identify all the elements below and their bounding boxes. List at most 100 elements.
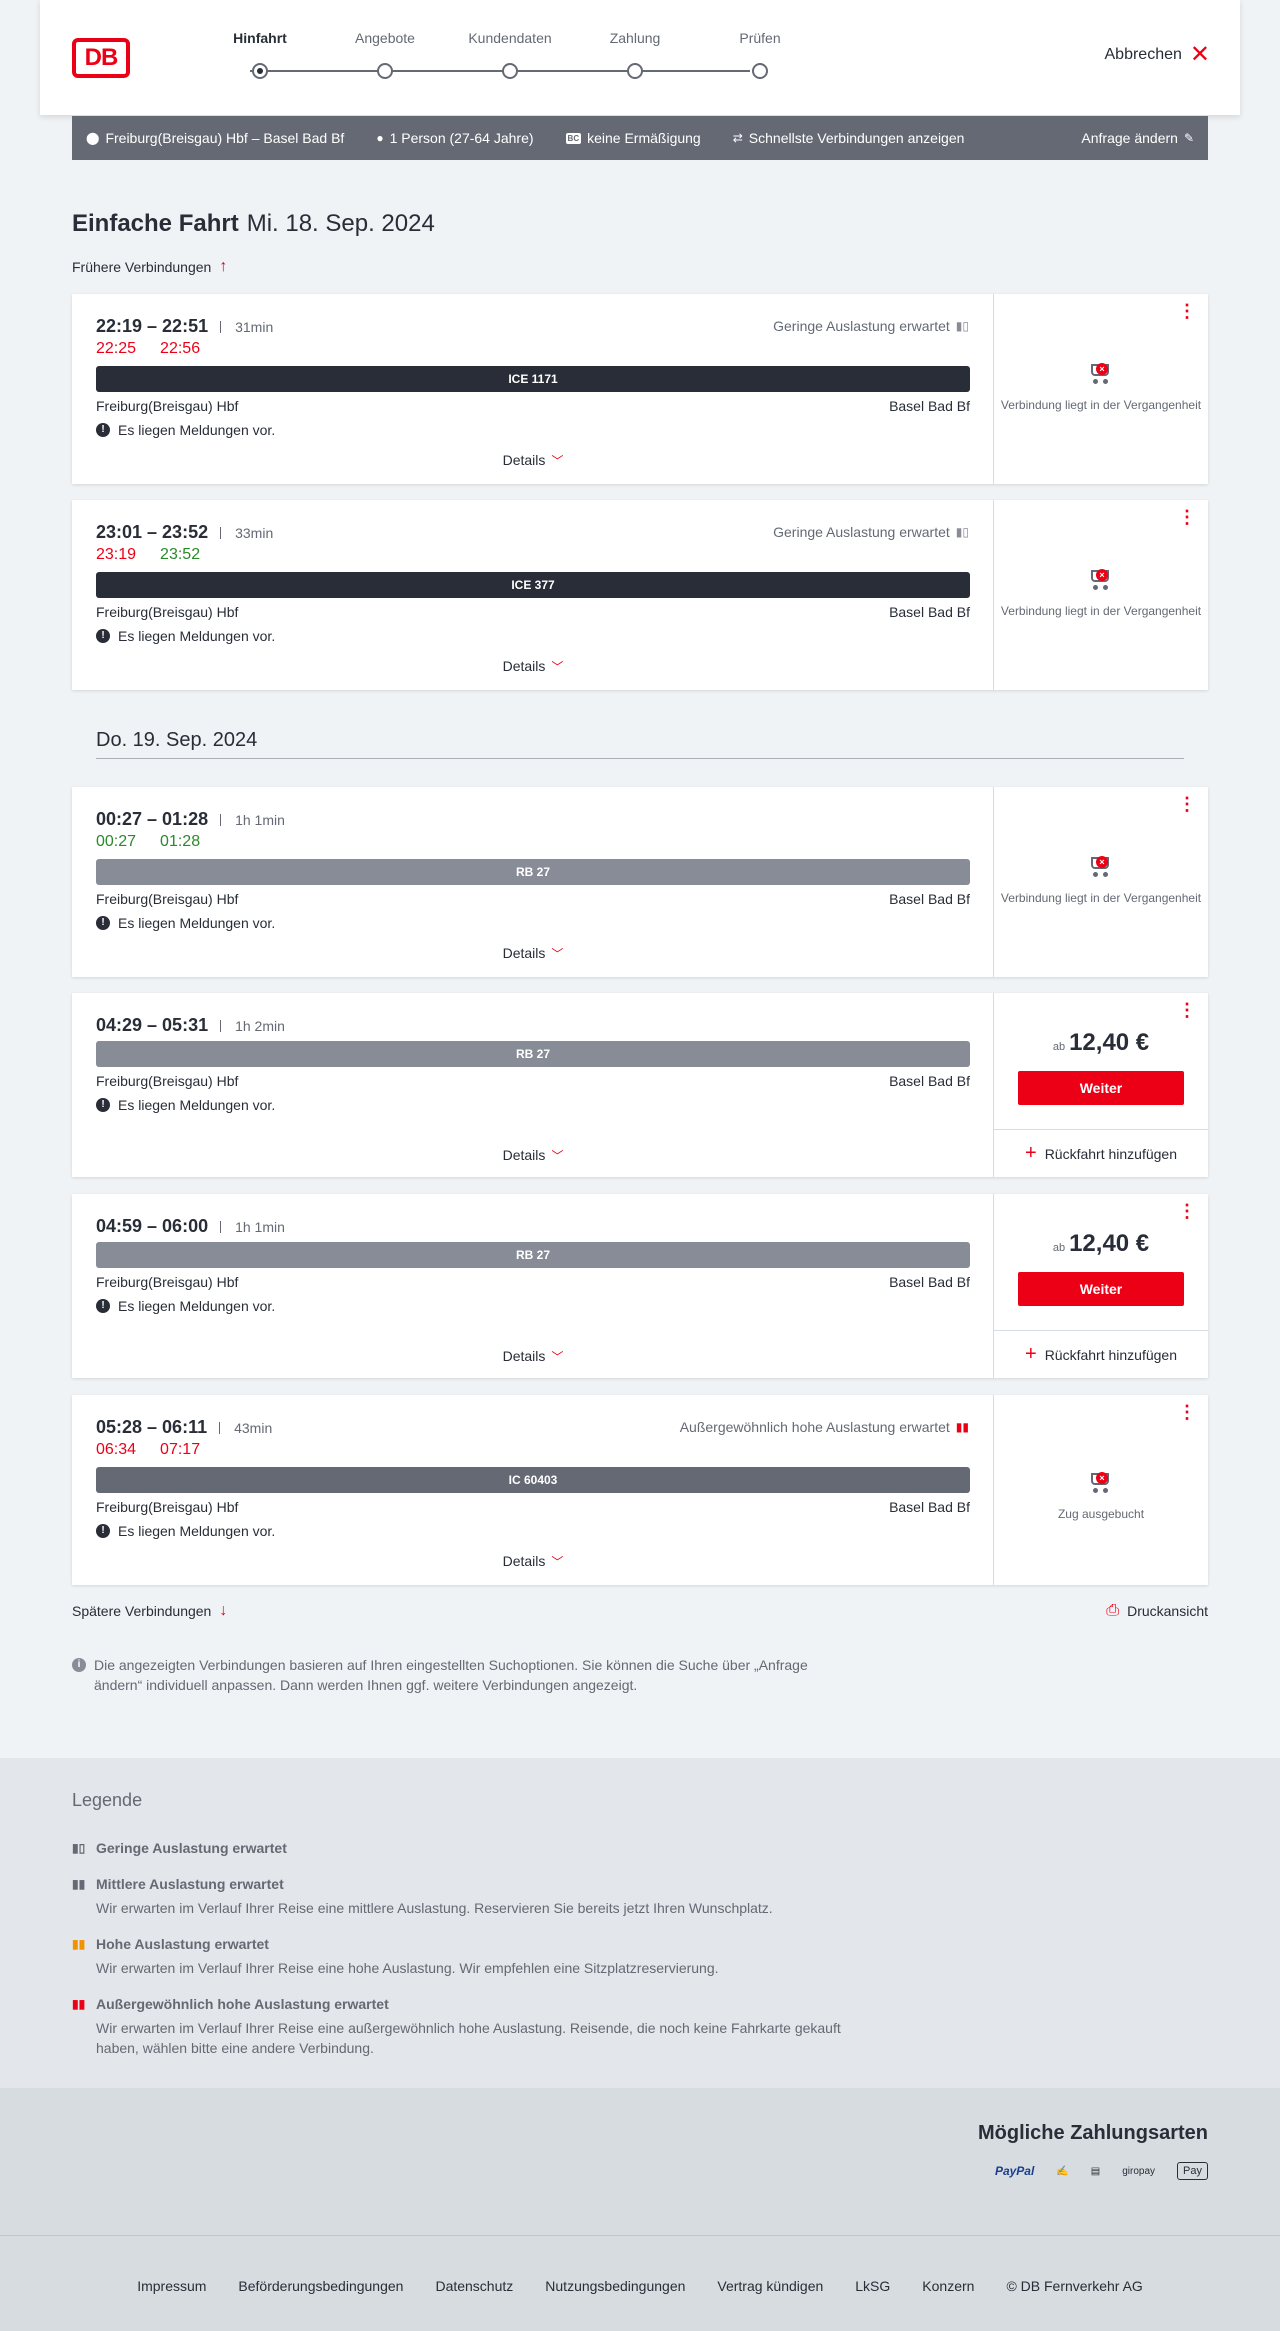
sold-out-status: × Zug ausgebucht <box>994 1467 1208 1522</box>
footer-link-nutzung[interactable]: Nutzungsbedingungen <box>545 2278 685 2294</box>
print-view-link[interactable]: ⎙ Druckansicht <box>1106 1602 1208 1620</box>
connection-card: 23:01 – 23:52 33min 23:19 23:52 Geringe Au… <box>72 500 1208 690</box>
details-toggle[interactable]: Details ﹀ <box>72 945 994 962</box>
train-bar[interactable]: ICE 1171 <box>96 366 970 392</box>
connection-card: 00:27 – 01:28 1h 1min 00:27 01:28 RB 27 Fr… <box>72 787 1208 977</box>
connection-times: 22:19 – 22:51 31min <box>96 316 274 336</box>
stations: Freiburg(Breisgau) Hbf Basel Bad Bf <box>96 398 970 414</box>
footer-link-kuendigen[interactable]: Vertrag kündigen <box>717 2278 823 2294</box>
stepper-line <box>250 70 750 72</box>
connection-times: 04:29 – 05:31 1h 2min <box>96 1015 285 1035</box>
plus-icon: + <box>1025 1142 1037 1164</box>
connection-card: 04:59 – 06:00 1h 1min RB 27 Freiburg(Brei… <box>72 1194 1208 1378</box>
notice: ! Es liegen Meldungen vor. <box>96 1523 275 1539</box>
db-logo[interactable]: DB <box>72 38 130 78</box>
connection-card: 04:29 – 05:31 1h 2min RB 27 Freiburg(Brei… <box>72 993 1208 1177</box>
fastest-summary: ⇄ Schnellste Verbindungen anzeigen <box>732 130 965 146</box>
duration: 31min <box>220 320 273 334</box>
offer-panel: ⋮ × Verbindung liegt in der Vergangenhei… <box>994 294 1208 484</box>
header: DB Hinfahrt Angebote Kundendaten Zahlung… <box>40 0 1240 115</box>
alert-icon: ! <box>96 629 110 643</box>
step-zahlung: Zahlung <box>585 30 685 79</box>
occupancy-exceptional-icon: ▮▮ <box>72 1997 86 2011</box>
legend-section: Legende ▮▯ Geringe Auslastung erwartet ▮▮… <box>0 1758 1280 2088</box>
occupancy-info: Außergewöhnlich hohe Auslastung erwartet… <box>679 1419 969 1435</box>
occupancy-info: Geringe Auslastung erwartet ▮▯ <box>773 318 969 334</box>
alert-icon: ! <box>96 1299 110 1313</box>
step-hinfahrt[interactable]: Hinfahrt <box>210 30 310 79</box>
train-bar[interactable]: IC 60403 <box>96 1467 970 1493</box>
more-options-icon[interactable]: ⋮ <box>1178 1202 1196 1220</box>
alert-icon: ! <box>96 1524 110 1538</box>
chevron-down-icon: ﹀ <box>551 947 564 961</box>
details-toggle[interactable]: Details ﹀ <box>72 1147 994 1164</box>
step-pruefen: Prüfen <box>710 30 810 79</box>
add-return-button[interactable]: + Rückfahrt hinzufügen <box>994 1129 1208 1177</box>
date-separator: Do. 19. Sep. 2024 <box>96 729 1184 759</box>
more-options-icon[interactable]: ⋮ <box>1178 508 1196 526</box>
realtime-times: 00:27 01:28 <box>96 833 201 850</box>
legend-title: Legende <box>72 1790 143 1810</box>
footer-link-befoerderung[interactable]: Beförderungsbedingungen <box>238 2278 403 2294</box>
details-toggle[interactable]: Details ﹀ <box>72 658 994 675</box>
pencil-icon: ✎ <box>1183 131 1194 145</box>
offer-panel: ⋮ ab 12,40 € Weiter + Rückfahrt hinzufügen <box>994 993 1208 1177</box>
earlier-connections-link[interactable]: Frühere Verbindungen ↑ <box>72 258 227 276</box>
step-kundendaten: Kundendaten <box>460 30 560 79</box>
realtime-times: 06:34 07:17 <box>96 1441 201 1458</box>
footer-link-impressum[interactable]: Impressum <box>137 2278 206 2294</box>
travel-date: Mi. 18. Sep. 2024 <box>246 210 435 237</box>
duration: 1h 1min <box>220 813 285 827</box>
duration: 1h 2min <box>220 1019 285 1033</box>
bahncard-icon: BC <box>565 132 582 144</box>
plus-icon: + <box>1025 1343 1037 1365</box>
booking-page: DB Hinfahrt Angebote Kundendaten Zahlung… <box>0 0 1280 2331</box>
details-toggle[interactable]: Details ﹀ <box>72 1553 994 1570</box>
offer-panel: ⋮ × Zug ausgebucht <box>994 1395 1208 1585</box>
details-toggle[interactable]: Details ﹀ <box>72 1348 994 1365</box>
stations: Freiburg(Breisgau) Hbf Basel Bad Bf <box>96 891 970 907</box>
continue-button[interactable]: Weiter <box>1018 1272 1184 1306</box>
occupancy-low-icon: ▮▯ <box>955 319 969 333</box>
more-options-icon[interactable]: ⋮ <box>1178 795 1196 813</box>
continue-button[interactable]: Weiter <box>1018 1071 1184 1105</box>
change-request-button[interactable]: Anfrage ändern ✎ <box>1081 130 1194 146</box>
info-icon: i <box>72 1658 86 1672</box>
apple-pay-icon: Pay <box>1177 2162 1208 2180</box>
more-options-icon[interactable]: ⋮ <box>1178 302 1196 320</box>
later-connections-link[interactable]: Spätere Verbindungen ↓ <box>72 1602 227 1620</box>
train-bar[interactable]: RB 27 <box>96 1041 970 1067</box>
occupancy-low-icon: ▮▯ <box>955 525 969 539</box>
train-bar[interactable]: RB 27 <box>96 859 970 885</box>
traveller-summary: ● 1 Person (27-64 Jahre) <box>376 130 534 146</box>
footer-link-lksg[interactable]: LkSG <box>855 2278 890 2294</box>
cart-unavailable-icon: × <box>1087 1467 1115 1495</box>
payment-title: Mögliche Zahlungsarten <box>977 2122 1208 2144</box>
paypal-icon: PayPal <box>994 2164 1035 2178</box>
chevron-down-icon: ﹀ <box>551 660 564 674</box>
more-options-icon[interactable]: ⋮ <box>1178 1403 1196 1421</box>
person-icon: ● <box>376 131 384 145</box>
stations: Freiburg(Breisgau) Hbf Basel Bad Bf <box>96 1274 970 1290</box>
duration: 1h 1min <box>220 1220 285 1234</box>
price: ab 12,40 € <box>1052 1230 1150 1257</box>
connection-info: 00:27 – 01:28 1h 1min 00:27 01:28 RB 27 Fr… <box>72 787 994 977</box>
cart-unavailable-icon: × <box>1087 358 1115 386</box>
details-toggle[interactable]: Details ﹀ <box>72 452 994 469</box>
search-summary-bar: ⬤ Freiburg(Breisgau) Hbf – Basel Bad Bf ●… <box>72 116 1208 160</box>
alert-icon: ! <box>96 916 110 930</box>
train-bar[interactable]: RB 27 <box>96 1242 970 1268</box>
occupancy-info: Geringe Auslastung erwartet ▮▯ <box>773 524 969 540</box>
legend-item: ▮▮ Hohe Auslastung erwartet Wir erwarten … <box>72 1936 719 1976</box>
more-options-icon[interactable]: ⋮ <box>1178 1001 1196 1019</box>
arrow-up-icon: ↑ <box>219 258 228 275</box>
route-summary: ⬤ Freiburg(Breisgau) Hbf – Basel Bad Bf <box>86 130 345 146</box>
train-bar[interactable]: ICE 377 <box>96 572 970 598</box>
footer-link-datenschutz[interactable]: Datenschutz <box>435 2278 513 2294</box>
connection-times: 00:27 – 01:28 1h 1min <box>96 809 285 829</box>
connection-info: 04:59 – 06:00 1h 1min RB 27 Freiburg(Brei… <box>72 1194 994 1378</box>
cancel-button[interactable]: Abbrechen ✕ <box>1105 43 1211 67</box>
add-return-button[interactable]: + Rückfahrt hinzufügen <box>994 1330 1208 1378</box>
info-note: i Die angezeigten Verbindungen basieren a… <box>72 1655 832 1695</box>
footer-link-konzern[interactable]: Konzern <box>922 2278 974 2294</box>
